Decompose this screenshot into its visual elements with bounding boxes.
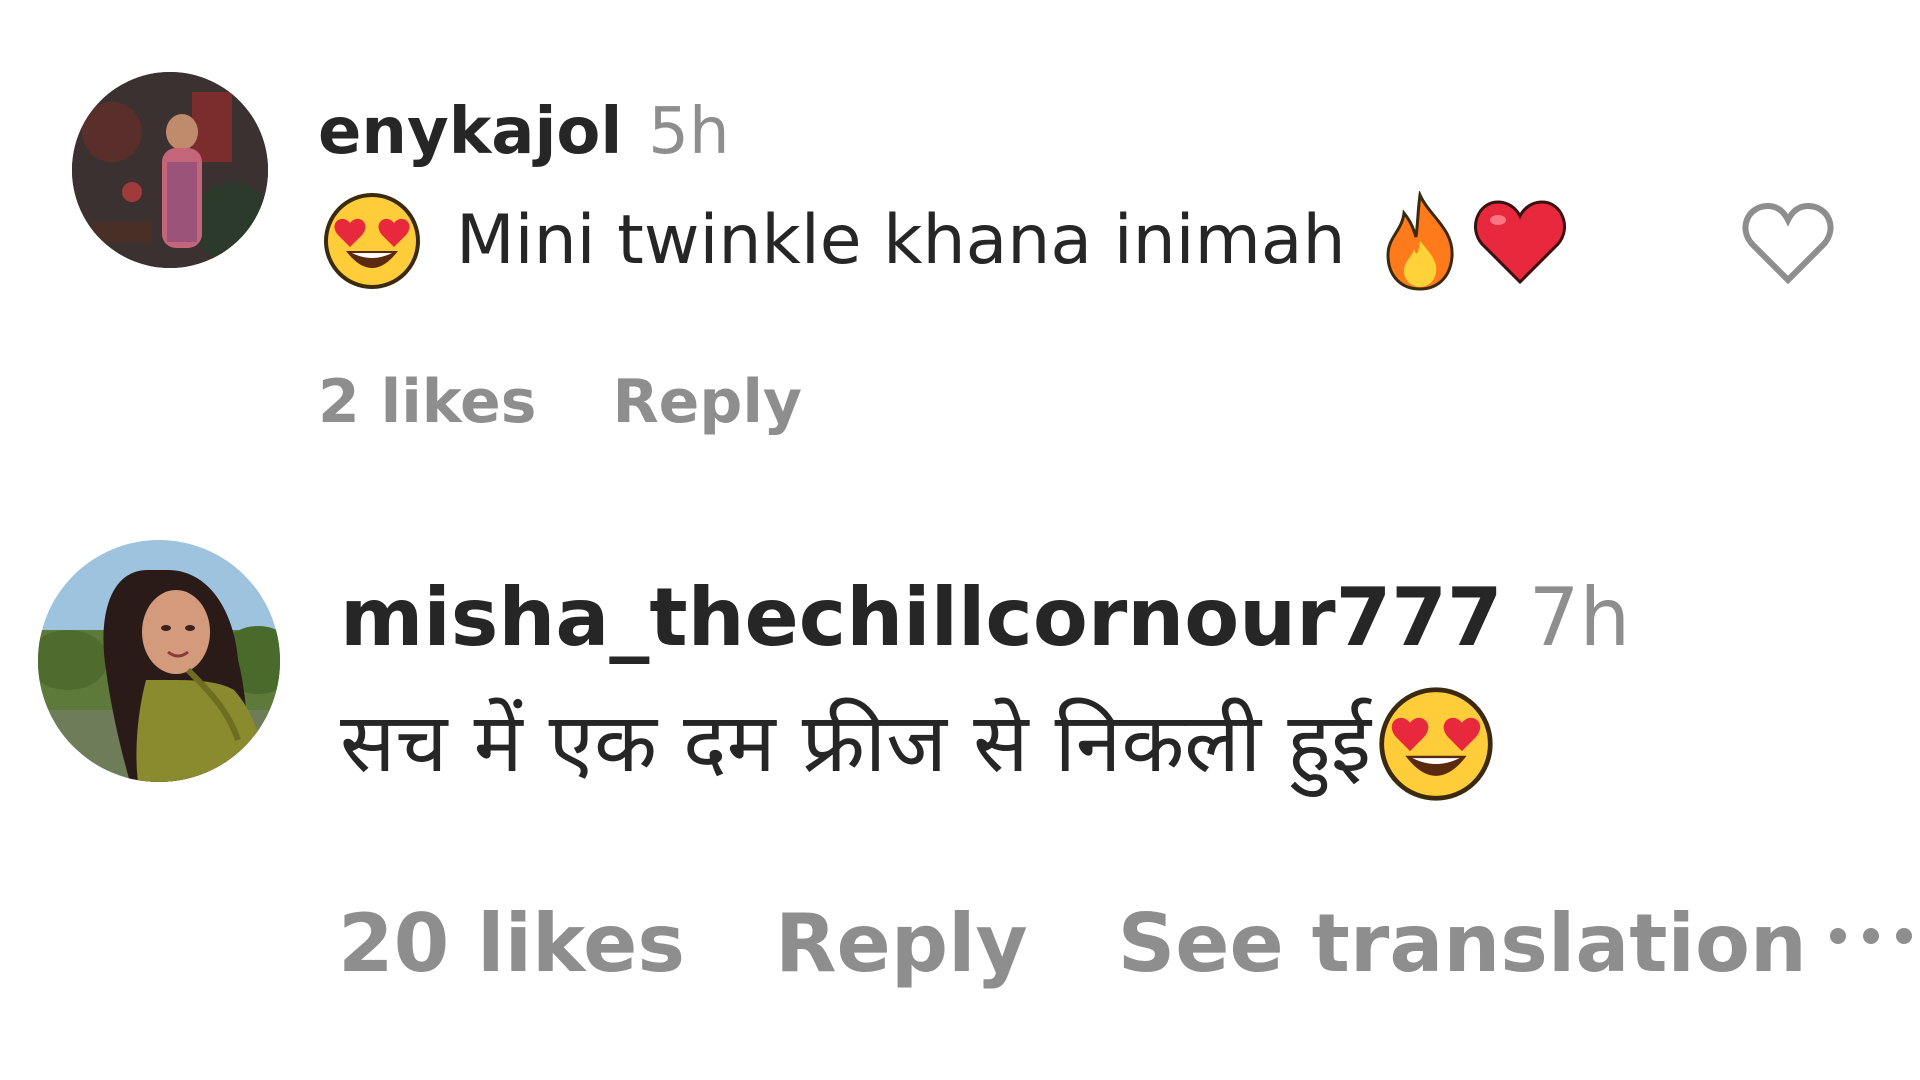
red-heart-icon <box>1472 196 1568 286</box>
username[interactable]: enykajol <box>318 95 622 169</box>
likes-count[interactable]: 20 likes <box>338 904 685 984</box>
avatar-photo <box>38 540 280 782</box>
comment-header: enykajol 5h <box>318 100 730 164</box>
more-options-icon[interactable] <box>1826 898 1916 962</box>
comment-text: Mini twinkle khana inimah <box>322 188 1568 294</box>
reply-button[interactable]: Reply <box>612 372 802 432</box>
comment-item: enykajol 5h Mini twinkle khana inimah 2 … <box>0 0 1920 432</box>
avatar[interactable] <box>72 72 268 268</box>
fire-icon <box>1380 191 1460 291</box>
timestamp[interactable]: 5h <box>648 95 729 169</box>
timestamp[interactable]: 7h <box>1529 571 1631 664</box>
like-heart-icon[interactable] <box>1738 198 1838 292</box>
likes-count[interactable]: 2 likes <box>318 372 536 432</box>
comment-text: सच में एक दम फ्रीज से निकली हुई <box>340 674 1495 814</box>
comment-header: misha_thechillcornour777 7h <box>340 578 1630 658</box>
avatar[interactable] <box>38 540 280 782</box>
heart-eyes-face-icon <box>1377 685 1495 803</box>
comment-actions: 2 likes Reply <box>318 372 802 432</box>
see-translation-button[interactable]: See translation <box>1118 904 1807 984</box>
username[interactable]: misha_thechillcornour777 <box>340 571 1503 664</box>
heart-eyes-face-icon <box>322 191 422 291</box>
comment-text-content: सच में एक दम फ्रीज से निकली हुई <box>340 696 1371 791</box>
comment-text-content: Mini twinkle khana inimah <box>456 201 1346 280</box>
reply-button[interactable]: Reply <box>775 904 1028 984</box>
avatar-photo <box>72 72 268 268</box>
comment-item: misha_thechillcornour777 7h सच में एक दम … <box>0 520 1920 1040</box>
comment-actions: 20 likes Reply See translation <box>338 904 1807 984</box>
